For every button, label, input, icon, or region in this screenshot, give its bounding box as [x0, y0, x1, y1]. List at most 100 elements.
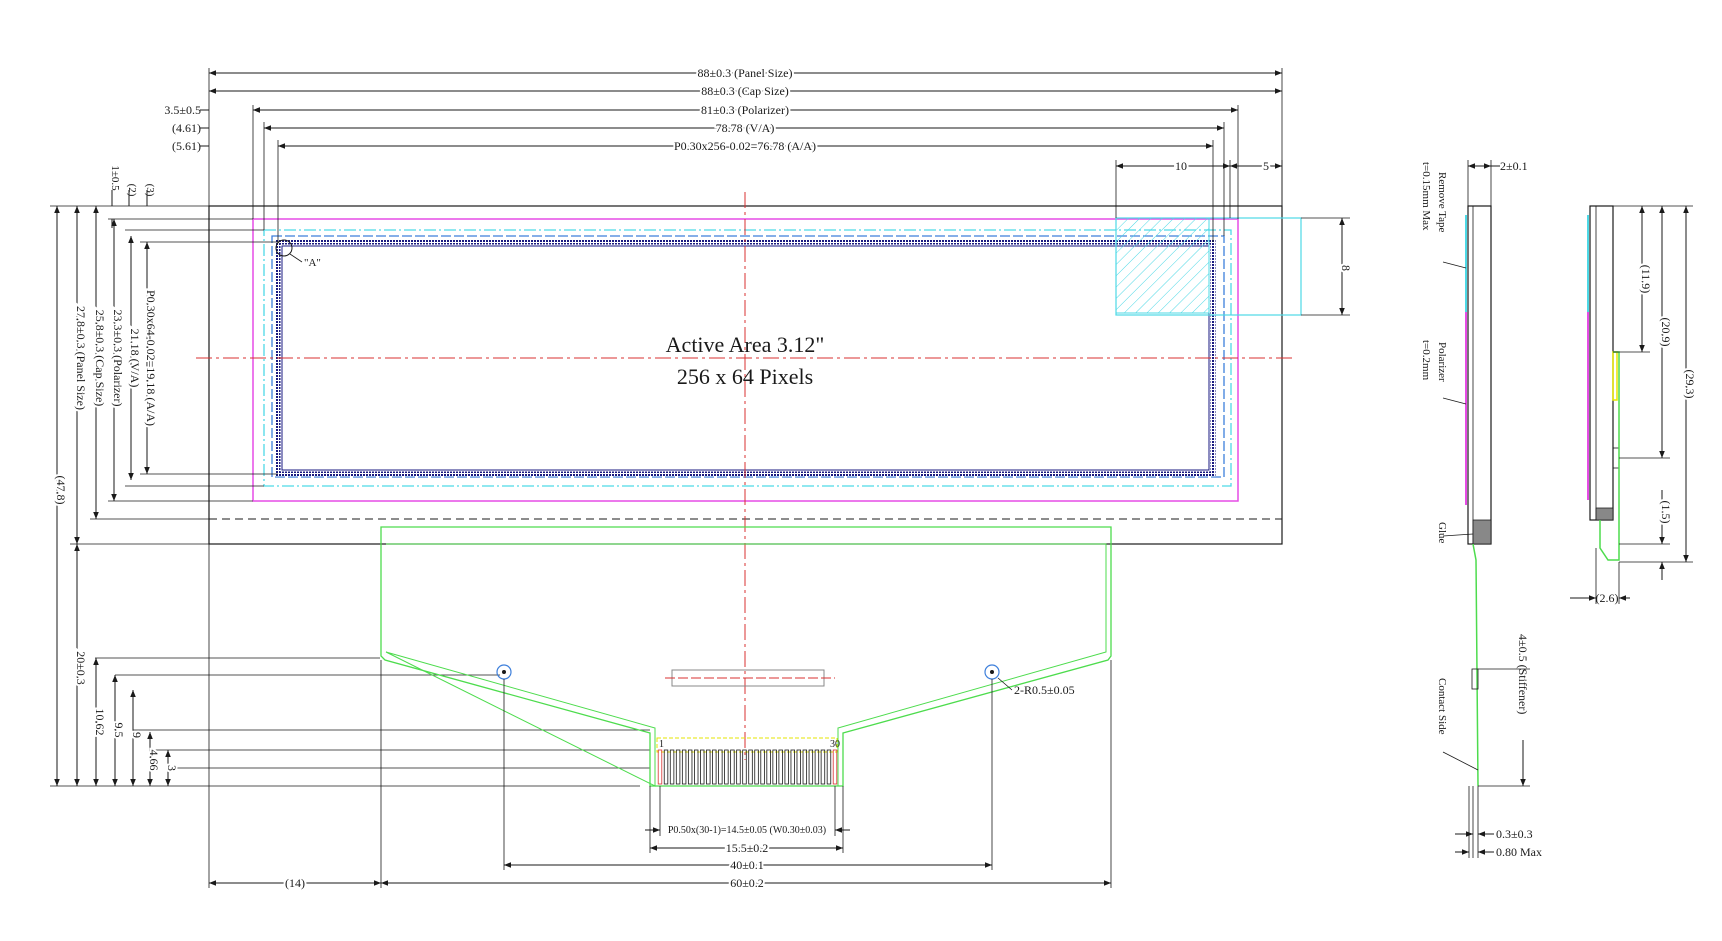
fpc-tail: 2-R0.5±0.05 1 30: [380, 526, 1112, 787]
detail-a-label: "A": [304, 257, 321, 269]
drawing-canvas: Active Area 3.12" 256 x 64 Pixels "A" 88…: [50, 64, 1699, 892]
dim-panel-width-label: 88±0.3 (Panel Size): [698, 66, 793, 80]
mechanical-drawing: Active Area 3.12" 256 x 64 Pixels "A" 88…: [0, 0, 1722, 941]
side2-stiffener: [1612, 351, 1618, 401]
fpc-finger: [754, 749, 759, 785]
fpc-finger: [820, 749, 826, 785]
dim-9-label: 9: [130, 732, 144, 738]
fpc-finger: [700, 749, 705, 785]
fpc-finger: [669, 749, 675, 785]
dim-cap-width-label: 88±0.3 (Cap Size): [701, 84, 789, 98]
fpc-fingers: [657, 749, 838, 785]
dim-three-label: (3): [144, 184, 156, 197]
dim-side2-15-label: (1.5): [1659, 501, 1673, 524]
tape-thick-label: t=0.15mm Max: [1420, 162, 1432, 231]
dim-14-label: (14): [285, 876, 305, 890]
dim-pol-offset-label: 3.5±0.5: [164, 103, 201, 117]
side2-fpc: [1599, 351, 1620, 561]
fpc-finger: [826, 749, 832, 785]
dim-466-label: 4.66: [147, 750, 161, 771]
pin30-label: 30: [830, 739, 840, 750]
dim-radius-label: 2-R0.5±0.05: [1014, 683, 1075, 697]
side2-tab: [1612, 447, 1620, 469]
side-view-2: (11.9) (20.9) (29.3) (1.5) (2.6): [1570, 205, 1699, 605]
pin1-label: 1: [659, 739, 664, 750]
fpc-finger: [712, 749, 717, 785]
fpc-finger: [742, 749, 747, 785]
active-area-line2: 256 x 64 Pixels: [677, 364, 813, 389]
dim-panel-height-label: 27.8±0.3 (Panel Size): [74, 306, 88, 410]
dim-two-label: (2): [126, 184, 138, 197]
dim-cap-height-label: 25.8±0.3 (Cap Size): [93, 310, 107, 407]
fpc-finger: [778, 749, 783, 785]
stiffener-label: 4±0.5 (Stiffener): [1516, 634, 1530, 714]
dim-va-height-label: 21.18 (V/A): [128, 329, 142, 388]
fpc-finger: [784, 749, 789, 785]
glue-label: Glue: [1436, 522, 1448, 544]
fpc-finger: [790, 749, 795, 785]
fpc-finger: [730, 749, 735, 785]
fpc-finger: [687, 749, 693, 785]
fpc-finger: [772, 749, 777, 785]
active-area-line1: Active Area 3.12": [666, 332, 825, 357]
dim-aa-offset-label: (5.61): [172, 139, 201, 153]
dim-side-08-label: 0.80 Max: [1496, 845, 1542, 859]
contact-side-label: Contact Side: [1436, 678, 1448, 735]
dim-va-width-label: 78.78 (V/A): [716, 121, 775, 135]
dim-side-2-label: 2±0.1: [1500, 159, 1528, 173]
fpc-finger: [748, 749, 753, 785]
dim-side2-26-label: (2.6): [1596, 591, 1619, 605]
dim-pol-width-label: 81±0.3 (Polarizer): [701, 103, 789, 117]
dim-aa-width-label: P0.30x256-0.02=76.78 (A/A): [674, 139, 816, 153]
fpc-finger: [802, 749, 808, 785]
dim-3-label: 3: [165, 765, 179, 771]
dim-95-label: 9.5: [112, 723, 126, 738]
fpc-finger: [760, 749, 765, 785]
bottom-dimensions: P0.50x(30-1)=14.5±0.05 (W0.30±0.03) 15.5…: [208, 544, 1112, 892]
dim-one-label: 1±0.5: [109, 165, 121, 191]
dim-side2-119-label: (11.9): [1639, 265, 1653, 294]
fpc-finger: [766, 749, 771, 785]
dim-155-label: 15.5±0.2: [726, 841, 769, 855]
side-view-1: 2±0.1 Remove Tape t=0.15mm Max Polarizer…: [1420, 159, 1542, 859]
fpc-finger: [681, 749, 687, 785]
dim-pol-height-label: 23.3±0.3 (Polarizer): [111, 310, 125, 407]
fpc-finger: [736, 749, 741, 785]
side-glass: [1467, 205, 1492, 545]
dim-fpc-20-label: 20±0.3: [74, 651, 88, 685]
side-glue: [1472, 519, 1492, 545]
dim-eight-label: 8: [1339, 265, 1353, 271]
dim-1062-label: 10.62: [93, 709, 107, 736]
detail-a-leader: [289, 253, 303, 263]
fpc-outer: [380, 526, 1112, 787]
dim-60-label: 60±0.2: [730, 876, 764, 890]
dim-side-03-label: 0.3±0.3: [1496, 827, 1533, 841]
remove-tape-label: Remove Tape: [1436, 172, 1448, 233]
fpc-finger: [675, 749, 681, 785]
polarizer-label: Polarizer: [1436, 342, 1448, 382]
fpc-finger: [796, 749, 801, 785]
fpc-finger: [706, 749, 711, 785]
dim-pitch-label: P0.50x(30-1)=14.5±0.05 (W0.30±0.03): [668, 825, 826, 836]
dim-side2-209-label: (20.9): [1659, 318, 1673, 347]
dim-va-offset-label: (4.61): [172, 121, 201, 135]
dim-40-label: 40±0.1: [730, 858, 764, 872]
side-fpc: [1472, 543, 1479, 787]
side2-glue: [1595, 507, 1614, 521]
fpc-finger: [657, 749, 663, 785]
fpc-finger: [724, 749, 729, 785]
dim-side2-293-label: (29.3): [1683, 370, 1697, 399]
dim-total-height-label: (47.8): [54, 476, 68, 505]
hatched-region: [1115, 217, 1210, 314]
dim-ten-label: 10: [1175, 159, 1187, 173]
fpc-finger: [663, 749, 669, 785]
fpc-finger: [808, 749, 814, 785]
dim-five-label: 5: [1263, 159, 1269, 173]
fpc-finger: [718, 749, 723, 785]
pol-thick-label: t=0.2mm: [1420, 340, 1432, 381]
fpc-finger: [832, 749, 838, 785]
side2-glass: [1589, 205, 1614, 521]
fpc-finger: [694, 749, 699, 785]
fpc-finger: [814, 749, 820, 785]
dim-aa-height-label: P0.30x64-0.02=19.18 (A/A): [144, 290, 158, 426]
